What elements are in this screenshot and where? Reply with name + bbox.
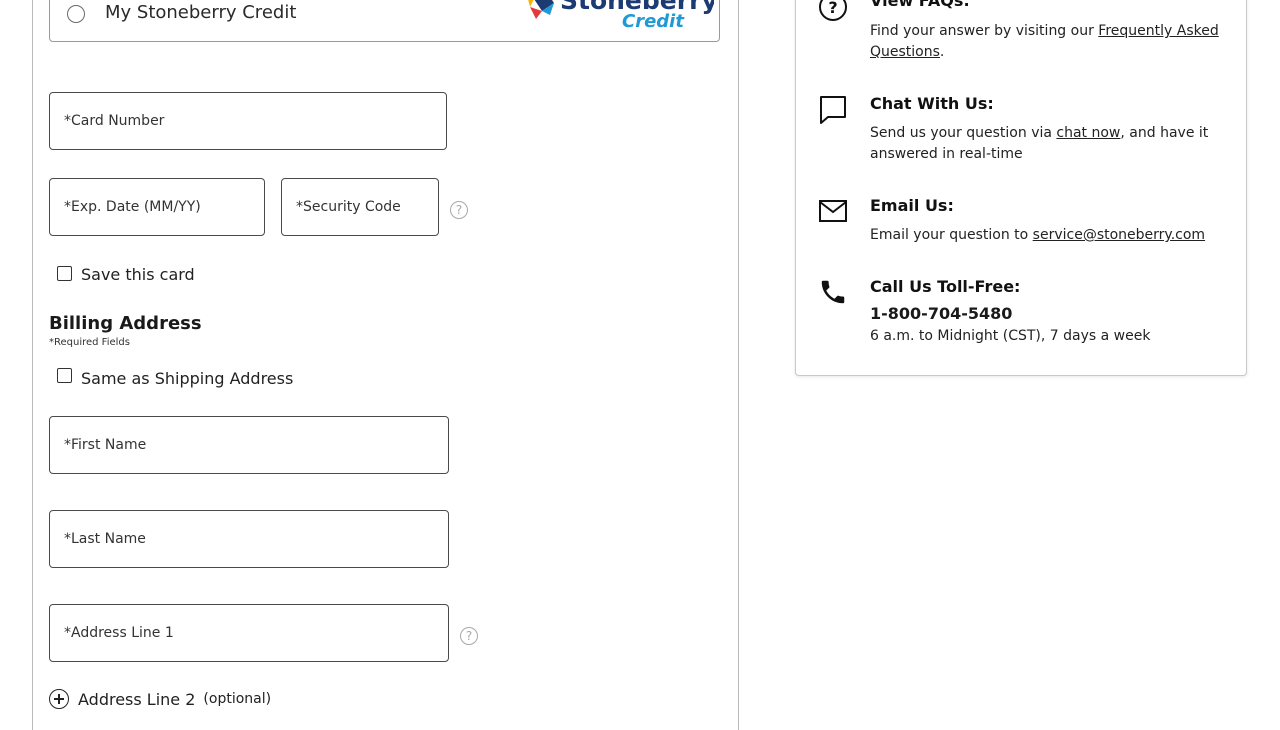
support-hours: 6 a.m. to Midnight (CST), 7 days a week — [870, 328, 1151, 344]
stoneberry-credit-logo: Stoneberry Credit — [528, 0, 714, 32]
faq-title: View FAQs: — [870, 0, 970, 10]
chat-now-link[interactable]: chat now — [1056, 125, 1120, 141]
address-line2-label: Address Line 2 — [78, 689, 196, 709]
email-title: Email Us: — [870, 196, 954, 215]
phone-number[interactable]: 1-800-704-5480 — [870, 304, 1012, 323]
card-number-field[interactable]: *Card Number — [49, 92, 447, 150]
first-name-field[interactable]: *First Name — [49, 416, 449, 474]
address-line1-placeholder: *Address Line 1 — [64, 625, 174, 641]
faq-text-end: . — [939, 44, 945, 60]
address-line2-optional: (optional) — [203, 691, 272, 707]
stoneberry-credit-option[interactable]: My Stoneberry Credit Stoneberry Credit — [49, 0, 720, 42]
security-code-placeholder: *Security Code — [296, 199, 401, 215]
billing-address-heading: Billing Address — [49, 313, 202, 334]
stoneberry-credit-label: My Stoneberry Credit — [105, 2, 297, 23]
last-name-field[interactable]: *Last Name — [49, 510, 449, 568]
email-link[interactable]: service@stoneberry.com — [1033, 227, 1205, 243]
chat-bubble-icon — [820, 96, 846, 124]
question-circle-icon: ? — [819, 0, 847, 21]
chat-title: Chat With Us: — [870, 94, 994, 113]
exp-date-placeholder: *Exp. Date (MM/YY) — [64, 199, 201, 215]
chat-text-lead: Send us your question via — [870, 125, 1057, 141]
mail-icon — [819, 200, 847, 222]
save-card-checkbox[interactable] — [57, 266, 72, 281]
phone-icon — [821, 280, 845, 304]
exp-date-field[interactable]: *Exp. Date (MM/YY) — [49, 178, 265, 236]
required-fields-note: *Required Fields — [49, 337, 130, 348]
security-code-help-icon[interactable]: ? — [450, 201, 468, 219]
email-text-lead: Email your question to — [870, 227, 1033, 243]
svg-text:?: ? — [828, 0, 837, 17]
logo-text-sub: Credit — [622, 11, 685, 32]
chat-text: Send us your question via chat now, and … — [870, 123, 1230, 165]
faq-text: Find your answer by visiting our Frequen… — [870, 21, 1230, 63]
address-help-icon[interactable]: ? — [460, 627, 478, 645]
plus-circle-icon — [49, 689, 69, 709]
faq-text-lead: Find your answer by visiting our — [870, 23, 1099, 39]
stoneberry-credit-radio[interactable] — [67, 5, 85, 23]
security-code-field[interactable]: *Security Code — [281, 178, 439, 236]
add-address-line2-button[interactable]: Address Line 2 (optional) — [49, 689, 271, 709]
email-text: Email your question to service@stoneberr… — [870, 225, 1230, 246]
save-card-label: Save this card — [81, 265, 195, 284]
first-name-placeholder: *First Name — [64, 437, 147, 453]
address-line1-field[interactable]: *Address Line 1 — [49, 604, 449, 662]
last-name-placeholder: *Last Name — [64, 531, 146, 547]
call-title: Call Us Toll-Free: — [870, 277, 1021, 296]
same-as-shipping-label: Same as Shipping Address — [81, 369, 294, 388]
same-as-shipping-checkbox[interactable] — [57, 368, 72, 383]
card-number-placeholder: *Card Number — [64, 113, 165, 129]
